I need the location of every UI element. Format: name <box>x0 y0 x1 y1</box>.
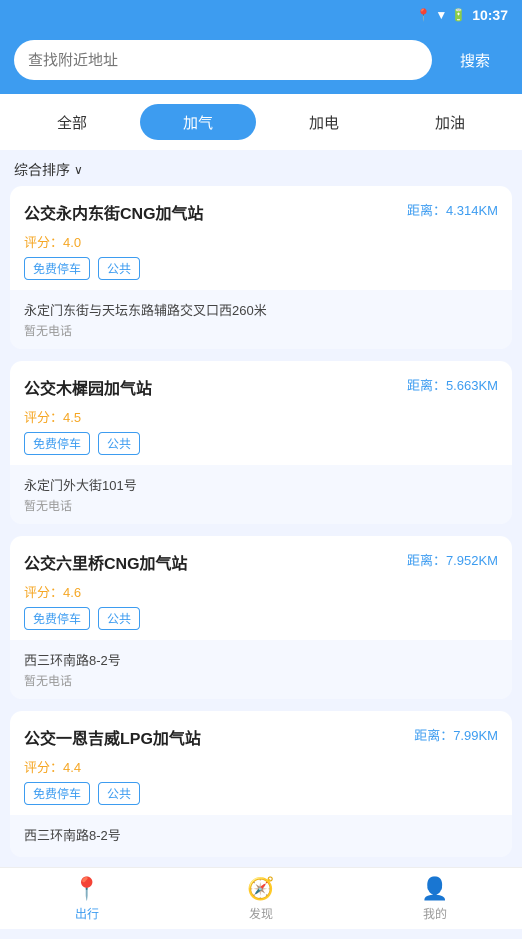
status-bar: 📍 ▼ 🔋 10:37 <box>0 0 522 30</box>
bottom-nav: 📍 出行 🧭 发现 👤 我的 <box>0 867 522 929</box>
station-name-4: 公交一恩吉威LPG加气站 <box>24 725 404 749</box>
tag-free-parking-1: 免费停车 <box>24 257 90 280</box>
card-bottom-1: 永定门东街与天坛东路辅路交叉口西260米 暂无电话 <box>10 290 512 349</box>
station-tags-2: 免费停车 公共 <box>10 432 512 465</box>
station-distance-2: 距离：5.663KM <box>407 375 498 394</box>
station-card-1[interactable]: 公交永内东街CNG加气站 距离：4.314KM 评分：4.0 免费停车 公共 永… <box>10 186 512 349</box>
station-rating-2: 评分：4.5 <box>10 407 512 432</box>
station-card-2[interactable]: 公交木樨园加气站 距离：5.663KM 评分：4.5 免费停车 公共 永定门外大… <box>10 361 512 524</box>
station-distance-4: 距离：7.99KM <box>414 725 498 744</box>
card-top-4: 公交一恩吉威LPG加气站 距离：7.99KM <box>10 711 512 757</box>
search-input[interactable] <box>28 52 418 69</box>
travel-icon: 📍 <box>73 876 100 902</box>
tag-public-1: 公共 <box>98 257 140 280</box>
discover-icon: 🧭 <box>247 876 274 902</box>
station-rating-1: 评分：4.0 <box>10 232 512 257</box>
tab-gas[interactable]: 加气 <box>140 104 256 140</box>
tab-fuel[interactable]: 加油 <box>392 104 508 140</box>
nav-item-travel[interactable]: 📍 出行 <box>0 868 174 929</box>
wifi-icon: ▼ <box>435 8 447 22</box>
station-rating-4: 评分：4.4 <box>10 757 512 782</box>
tag-free-parking-2: 免费停车 <box>24 432 90 455</box>
station-list: 公交永内东街CNG加气站 距离：4.314KM 评分：4.0 免费停车 公共 永… <box>0 186 522 939</box>
station-card-3[interactable]: 公交六里桥CNG加气站 距离：7.952KM 评分：4.6 免费停车 公共 西三… <box>10 536 512 699</box>
station-name-1: 公交永内东街CNG加气站 <box>24 200 397 224</box>
mine-icon: 👤 <box>421 876 448 902</box>
station-tags-3: 免费停车 公共 <box>10 607 512 640</box>
tag-free-parking-3: 免费停车 <box>24 607 90 630</box>
nav-label-discover: 发现 <box>249 905 273 922</box>
nav-label-travel: 出行 <box>75 905 99 922</box>
sort-bar[interactable]: 综合排序 ∨ <box>0 150 522 186</box>
station-name-3: 公交六里桥CNG加气站 <box>24 550 397 574</box>
station-address-1: 永定门东街与天坛东路辅路交叉口西260米 <box>24 300 498 319</box>
tabs-bar: 全部 加气 加电 加油 <box>0 94 522 150</box>
station-tags-1: 免费停车 公共 <box>10 257 512 290</box>
station-phone-2: 暂无电话 <box>24 497 498 514</box>
station-distance-3: 距离：7.952KM <box>407 550 498 569</box>
header: 搜索 <box>0 30 522 94</box>
tag-public-4: 公共 <box>98 782 140 805</box>
station-card-4[interactable]: 公交一恩吉威LPG加气站 距离：7.99KM 评分：4.4 免费停车 公共 西三… <box>10 711 512 857</box>
status-icons: 📍 ▼ 🔋 <box>416 8 466 22</box>
station-phone-1: 暂无电话 <box>24 322 498 339</box>
location-icon: 📍 <box>416 8 431 22</box>
station-tags-4: 免费停车 公共 <box>10 782 512 815</box>
tab-all[interactable]: 全部 <box>14 104 130 140</box>
sort-label: 综合排序 <box>14 160 70 180</box>
station-name-2: 公交木樨园加气站 <box>24 375 397 399</box>
status-time: 10:37 <box>472 7 508 23</box>
station-distance-1: 距离：4.314KM <box>407 200 498 219</box>
search-button[interactable]: 搜索 <box>442 40 508 80</box>
tag-free-parking-4: 免费停车 <box>24 782 90 805</box>
card-top-1: 公交永内东街CNG加气站 距离：4.314KM <box>10 186 512 232</box>
nav-item-mine[interactable]: 👤 我的 <box>348 868 522 929</box>
station-address-3: 西三环南路8-2号 <box>24 650 498 669</box>
card-bottom-2: 永定门外大街101号 暂无电话 <box>10 465 512 524</box>
station-rating-3: 评分：4.6 <box>10 582 512 607</box>
card-top-2: 公交木樨园加气站 距离：5.663KM <box>10 361 512 407</box>
station-address-4: 西三环南路8-2号 <box>24 825 498 844</box>
nav-item-discover[interactable]: 🧭 发现 <box>174 868 348 929</box>
search-input-wrap[interactable] <box>14 40 432 80</box>
battery-icon: 🔋 <box>451 8 466 22</box>
card-bottom-4: 西三环南路8-2号 <box>10 815 512 857</box>
sort-arrow-icon: ∨ <box>74 163 83 177</box>
card-top-3: 公交六里桥CNG加气站 距离：7.952KM <box>10 536 512 582</box>
tab-electricity[interactable]: 加电 <box>266 104 382 140</box>
tag-public-2: 公共 <box>98 432 140 455</box>
station-phone-3: 暂无电话 <box>24 672 498 689</box>
tag-public-3: 公共 <box>98 607 140 630</box>
card-bottom-3: 西三环南路8-2号 暂无电话 <box>10 640 512 699</box>
nav-label-mine: 我的 <box>423 905 447 922</box>
station-address-2: 永定门外大街101号 <box>24 475 498 494</box>
